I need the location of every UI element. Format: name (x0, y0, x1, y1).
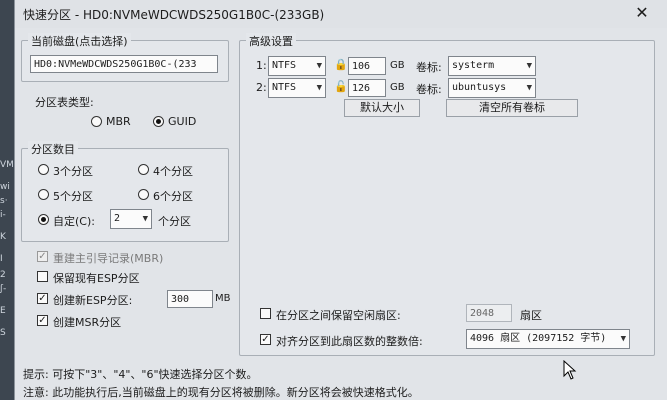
row1-volume-label-select[interactable]: systerm ▼ (448, 56, 536, 76)
chevron-down-icon: ▼ (316, 83, 322, 93)
partition-count-title: 分区数目 (28, 141, 78, 157)
guid-radio[interactable] (153, 116, 164, 127)
row2-size-input[interactable]: 126 (348, 79, 386, 97)
chevron-down-icon: ▼ (526, 83, 532, 93)
disk-select-field[interactable]: HD0:NVMeWDCWDS250G1B0C-(233 (30, 55, 218, 73)
partition-count-group: 分区数目 3个分区 4个分区 5个分区 6个分区 自定(C): 2 ▼ 个分区 (21, 141, 229, 242)
chevron-down-icon: ▼ (316, 61, 322, 71)
five-partitions-radio[interactable] (38, 189, 49, 200)
align-sectors-select[interactable]: 4096 扇区 (2097152 字节) ▼ (466, 329, 630, 349)
mouse-cursor-icon (563, 360, 577, 380)
reserve-gap-unit: 扇区 (520, 309, 542, 322)
mbr-radio[interactable] (91, 116, 102, 127)
reserve-gap-input[interactable]: 2048 (466, 304, 512, 322)
chevron-down-icon: ▼ (142, 214, 148, 224)
rebuild-mbr-checkbox[interactable]: ✓ (37, 251, 48, 262)
row2-label-caption: 卷标: (416, 83, 442, 96)
four-partitions-radio[interactable] (138, 164, 149, 175)
esp-size-unit: MB (215, 293, 231, 304)
six-partitions-label: 6个分区 (153, 190, 193, 203)
reserve-gap-label: 在分区之间保留空闲扇区: (276, 309, 401, 322)
create-msr-label: 创建MSR分区 (53, 316, 122, 329)
partition-table-label: 分区表类型: (35, 96, 94, 109)
three-partitions-label: 3个分区 (53, 165, 93, 178)
row1-index: 1: (256, 59, 267, 72)
create-esp-label: 创建新ESP分区: (53, 294, 133, 307)
mbr-label: MBR (106, 115, 131, 128)
bg-fragment: wi (0, 182, 10, 192)
title-bar: 快速分区 - HD0:NVMeWDCWDS250G1B0C-(233GB) ✕ (15, 0, 667, 28)
align-partitions-label: 对齐分区到此扇区数的整数倍: (276, 335, 423, 348)
clear-all-labels-button[interactable]: 清空所有卷标 (446, 99, 578, 117)
row1-label-caption: 卷标: (416, 61, 442, 74)
custom-partitions-label: 自定(C): (53, 215, 95, 228)
align-partitions-checkbox[interactable]: ✓ (260, 334, 271, 345)
row2-filesystem-value: NTFS (272, 82, 297, 93)
bg-fragment: E (0, 306, 6, 316)
five-partitions-label: 5个分区 (53, 190, 93, 203)
row1-volume-label-value: systerm (452, 60, 495, 71)
bg-fragment: s· (0, 196, 8, 206)
guid-label: GUID (168, 115, 197, 128)
chevron-down-icon: ▼ (620, 334, 626, 344)
custom-count-select[interactable]: 2 ▼ (110, 209, 152, 229)
window-title: 快速分区 - HD0:NVMeWDCWDS250G1B0C-(233GB) (23, 8, 325, 22)
row2-size-unit: GB (390, 82, 405, 93)
create-esp-checkbox[interactable]: ✓ (37, 293, 48, 304)
row2-index: 2: (256, 81, 267, 94)
row1-filesystem-value: NTFS (272, 60, 297, 71)
row1-filesystem-select[interactable]: NTFS ▼ (268, 56, 326, 76)
reserve-gap-checkbox[interactable] (260, 308, 271, 319)
row1-size-unit: GB (390, 60, 405, 71)
row1-size-input[interactable]: 106 (348, 57, 386, 75)
rebuild-mbr-label: 重建主引导记录(MBR) (53, 252, 164, 265)
tip-text: 提示: 可按下"3"、"4"、"6"快速选择分区个数。 (23, 368, 258, 381)
esp-size-input[interactable]: 300 (167, 290, 213, 308)
six-partitions-radio[interactable] (138, 189, 149, 200)
three-partitions-radio[interactable] (38, 164, 49, 175)
row2-volume-label-select[interactable]: ubuntusys ▼ (448, 78, 536, 98)
chevron-down-icon: ▼ (526, 61, 532, 71)
bg-fragment: S (0, 328, 6, 338)
keep-esp-checkbox[interactable] (37, 271, 48, 282)
disk-group-title: 当前磁盘(点击选择) (28, 33, 131, 49)
disk-group: 当前磁盘(点击选择) HD0:NVMeWDCWDS250G1B0C-(233 (21, 33, 229, 82)
close-button[interactable]: ✕ (630, 2, 654, 24)
bg-fragment: K (0, 232, 6, 242)
create-msr-checkbox[interactable]: ✓ (37, 315, 48, 326)
custom-partitions-radio[interactable] (38, 214, 49, 225)
quick-partition-dialog: 快速分区 - HD0:NVMeWDCWDS250G1B0C-(233GB) ✕ … (14, 0, 667, 400)
keep-esp-label: 保留现有ESP分区 (53, 272, 140, 285)
default-size-button[interactable]: 默认大小 (344, 99, 420, 117)
bg-fragment: VM (0, 160, 14, 170)
row2-volume-label-value: ubuntusys (452, 82, 507, 93)
custom-count-suffix: 个分区 (158, 215, 191, 228)
advanced-settings-title: 高级设置 (246, 33, 296, 49)
row2-filesystem-select[interactable]: NTFS ▼ (268, 78, 326, 98)
custom-count-value: 2 (114, 213, 121, 224)
note-text: 注意: 此功能执行后,当前磁盘上的现有分区将被删除。新分区将会被快速格式化。 (23, 386, 419, 399)
lock-open-icon[interactable]: 🔓 (334, 80, 348, 93)
bg-fragment: 2 (0, 270, 6, 280)
align-sectors-value: 4096 扇区 (2097152 字节) (470, 333, 607, 344)
lock-closed-icon[interactable]: 🔒 (334, 58, 348, 71)
bg-fragment: ʃ- (0, 284, 7, 294)
bg-fragment: I (0, 254, 3, 264)
advanced-settings-group: 高级设置 1: NTFS ▼ 🔒 106 GB 卷标: systerm ▼ 2:… (239, 33, 655, 356)
bg-fragment: i- (0, 210, 6, 220)
four-partitions-label: 4个分区 (153, 165, 193, 178)
